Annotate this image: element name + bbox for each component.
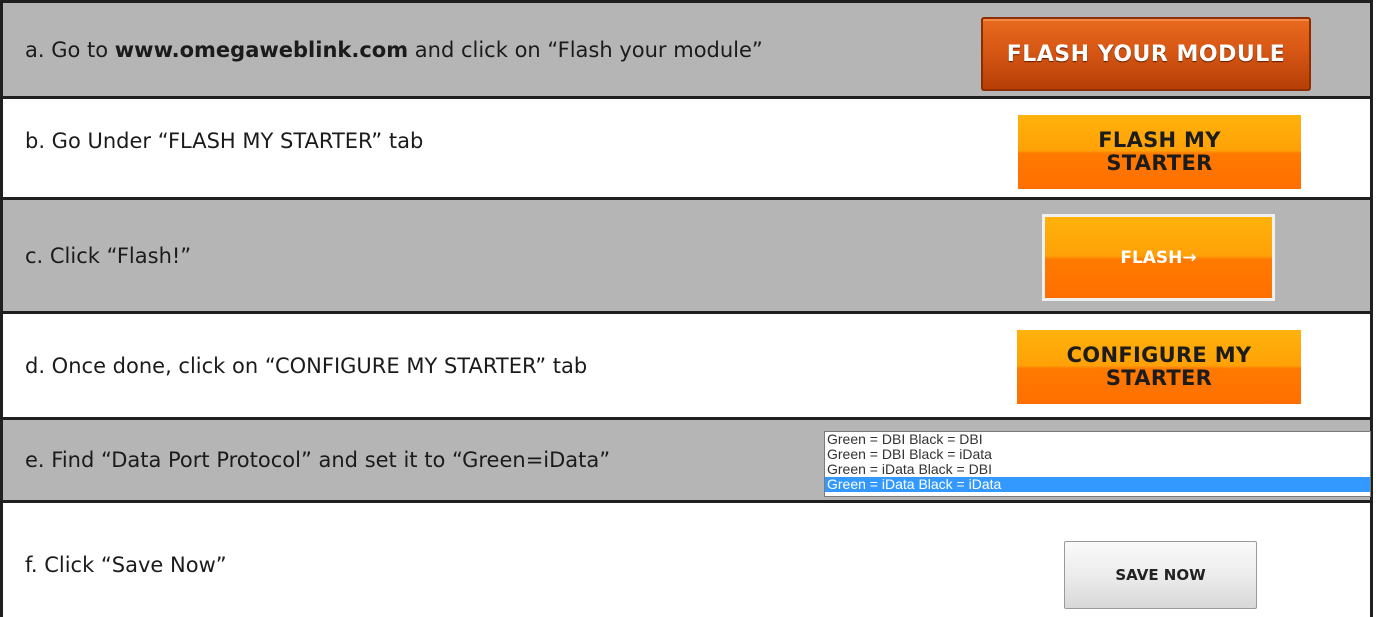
flash-button[interactable]: FLASH→ [1042,214,1275,301]
flash-your-module-label: FLASH YOUR MODULE [1006,41,1286,67]
configure-my-starter-tab[interactable]: CONFIGURE MY STARTER [1017,330,1301,404]
step-c-row: c. Click “Flash!” FLASH→ [3,197,1370,311]
step-e-text: e. Find “Data Port Protocol” and set it … [25,448,611,472]
protocol-option[interactable]: Green = DBI Black = DBI [825,432,1370,447]
save-now-button[interactable]: SAVE NOW [1064,541,1257,609]
step-f-text: f. Click “Save Now” [25,553,227,577]
step-f-row: f. Click “Save Now” SAVE NOW [3,500,1370,617]
save-now-label: SAVE NOW [1115,566,1206,584]
flash-my-starter-label: FLASH MY STARTER [1098,127,1221,175]
flash-my-starter-line1: FLASH MY [1098,127,1221,152]
omegaweblink-link[interactable]: www.omegaweblink.com [115,38,408,62]
step-a-suffix: and click on “Flash your module” [408,37,763,62]
data-port-protocol-listbox[interactable]: Green = DBI Black = DBI Green = DBI Blac… [824,431,1371,497]
step-a-prefix: a. Go to [25,37,115,62]
step-a-row: a. Go to www.omegaweblink.com and click … [3,0,1370,96]
step-b-row: b. Go Under “FLASH MY STARTER” tab FLASH… [3,96,1370,189]
instructions-table: a. Go to www.omegaweblink.com and click … [0,0,1373,617]
step-d-text: d. Once done, click on “CONFIGURE MY STA… [25,353,588,378]
configure-my-starter-label: CONFIGURE MY STARTER [1066,342,1252,390]
flash-your-module-button[interactable]: FLASH YOUR MODULE [981,17,1311,91]
step-d-row: d. Once done, click on “CONFIGURE MY STA… [3,311,1370,417]
flash-my-starter-tab[interactable]: FLASH MY STARTER [1018,115,1301,189]
protocol-option-selected[interactable]: Green = iData Black = iData [825,477,1370,492]
step-a-text: a. Go to www.omegaweblink.com and click … [25,38,763,62]
flash-my-starter-line2: STARTER [1106,151,1213,175]
step-c-text: c. Click “Flash!” [25,243,192,268]
flash-button-label: FLASH→ [1120,247,1197,268]
protocol-option[interactable]: Green = DBI Black = iData [825,447,1370,462]
step-e-row: e. Find “Data Port Protocol” and set it … [3,417,1371,500]
configure-my-starter-line1: CONFIGURE MY [1066,342,1252,367]
configure-my-starter-line2: STARTER [1105,366,1213,390]
protocol-option[interactable]: Green = iData Black = DBI [825,462,1370,477]
step-b-text: b. Go Under “FLASH MY STARTER” tab [25,128,424,153]
